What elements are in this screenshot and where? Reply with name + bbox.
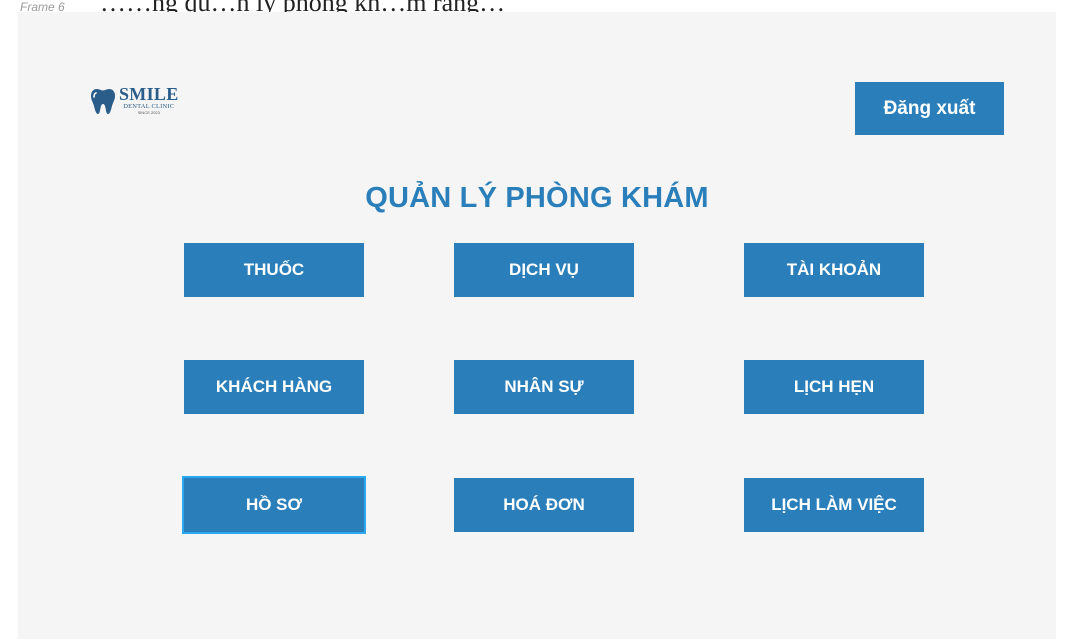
page-title: QUẢN LÝ PHÒNG KHÁM <box>365 182 709 214</box>
medicine-button[interactable]: THUỐC <box>184 243 364 297</box>
accounts-button[interactable]: TÀI KHOẢN <box>744 243 924 297</box>
logo-since: SINCE 2023 <box>137 110 160 115</box>
appointments-button[interactable]: LỊCH HẸN <box>744 360 924 414</box>
staff-button[interactable]: NHÂN SỰ <box>454 360 634 414</box>
invoices-button[interactable]: HOÁ ĐƠN <box>454 478 634 532</box>
app-frame: SMILE DENTAL CLINIC SINCE 2023 Đăng xuất… <box>18 12 1056 639</box>
logo-subtitle: DENTAL CLINIC <box>123 103 175 110</box>
logout-button[interactable]: Đăng xuất <box>855 82 1004 135</box>
records-button[interactable]: HỒ SƠ <box>182 476 366 534</box>
services-button[interactable]: DỊCH VỤ <box>454 243 634 297</box>
tooth-icon <box>91 88 115 114</box>
customers-button[interactable]: KHÁCH HÀNG <box>184 360 364 414</box>
logo-name: SMILE <box>119 84 179 104</box>
work-schedule-button[interactable]: LỊCH LÀM VIỆC <box>744 478 924 532</box>
clinic-logo: SMILE DENTAL CLINIC SINCE 2023 <box>90 84 179 115</box>
